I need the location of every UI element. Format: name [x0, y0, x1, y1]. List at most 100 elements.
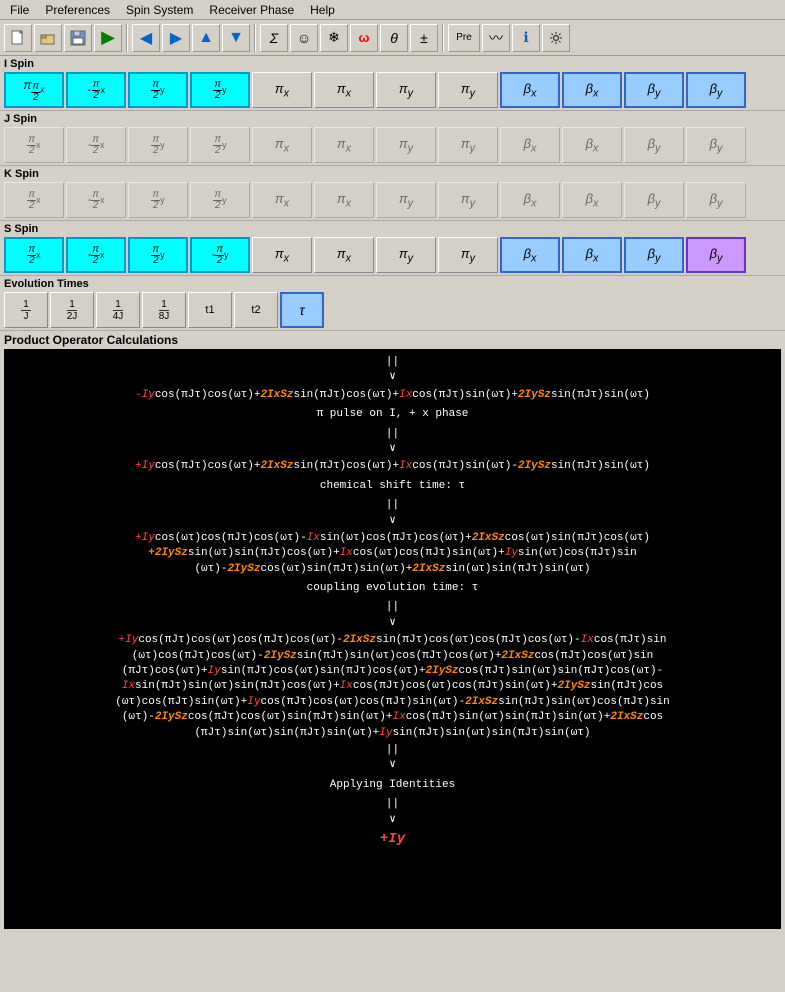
arrow-left-button[interactable]: ◀ — [132, 24, 160, 52]
i-by-btn[interactable]: βy — [624, 72, 684, 108]
product-operator-display[interactable]: ||∨ -Iycos(πJτ)cos(ωτ)+2IxSzsin(πJτ)cos(… — [4, 349, 781, 929]
k-pi2x-btn[interactable]: π2x — [4, 182, 64, 218]
label-applying: Applying Identities — [8, 778, 777, 793]
arrow-down-button[interactable]: ▼ — [222, 24, 250, 52]
k-npi2x-btn[interactable]: -π2x — [66, 182, 126, 218]
sigma-button[interactable]: Σ — [260, 24, 288, 52]
evolution-buttons: 1J 12J 14J 18J t1 t2 τ — [4, 292, 781, 328]
j-spin-section: J Spin π2x -π2x π2y π2y πx πx πy πy βx β… — [0, 111, 785, 166]
s-by2-btn[interactable]: βy — [686, 237, 746, 273]
run-button[interactable]: ▶ — [94, 24, 122, 52]
theta-button[interactable]: θ — [380, 24, 408, 52]
i-spin-label: I Spin — [4, 58, 781, 70]
line-1: -Iycos(πJτ)cos(ωτ)+2IxSzsin(πJτ)cos(ωτ)+… — [8, 388, 777, 403]
s-by-btn[interactable]: βy — [624, 237, 684, 273]
i-bx-btn[interactable]: βx — [500, 72, 560, 108]
plusminus-button[interactable]: ± — [410, 24, 438, 52]
evo-tau-btn[interactable]: τ — [280, 292, 324, 328]
arrow-right-button[interactable]: ▶ — [162, 24, 190, 52]
omega-button[interactable]: ω — [350, 24, 378, 52]
k-bx-btn[interactable]: βx — [500, 182, 560, 218]
k-piy2-btn[interactable]: πy — [438, 182, 498, 218]
j-spin-buttons: π2x -π2x π2y π2y πx πx πy πy βx βx βy βy — [4, 127, 781, 163]
pre-button[interactable]: Pre — [448, 24, 480, 52]
j-bx2-btn[interactable]: βx — [562, 127, 622, 163]
evo-8j-btn[interactable]: 18J — [142, 292, 186, 328]
k-spin-buttons: π2x -π2x π2y π2y πx πx πy πy βx βx βy βy — [4, 182, 781, 218]
arrow-down-2: ||∨ — [8, 427, 777, 458]
j-by-btn[interactable]: βy — [624, 127, 684, 163]
k-by2-btn[interactable]: βy — [686, 182, 746, 218]
i-pi2x-btn[interactable]: ππ2x — [4, 72, 64, 108]
j-bx-btn[interactable]: βx — [500, 127, 560, 163]
i-pi2y2-btn[interactable]: π2y — [190, 72, 250, 108]
s-pi2x-btn[interactable]: π2x — [4, 237, 64, 273]
i-pix2-btn[interactable]: πx — [314, 72, 374, 108]
new-button[interactable] — [4, 24, 32, 52]
s-npi2y-btn[interactable]: -π2y — [190, 237, 250, 273]
k-by-btn[interactable]: βy — [624, 182, 684, 218]
evo-t2-btn[interactable]: t2 — [234, 292, 278, 328]
menu-spin-system[interactable]: Spin System — [118, 1, 201, 19]
arrow-down-3: ||∨ — [8, 498, 777, 529]
arrow-up-button[interactable]: ▲ — [192, 24, 220, 52]
wave-button[interactable]: 〰 — [482, 24, 510, 52]
s-pi2y-btn[interactable]: π2y — [128, 237, 188, 273]
k-pi2y-btn[interactable]: π2y — [128, 182, 188, 218]
i-by2-btn[interactable]: βy — [686, 72, 746, 108]
smiley-button[interactable]: ☺ — [290, 24, 318, 52]
snowflake-button[interactable]: ❄ — [320, 24, 348, 52]
j-pi2y2-btn[interactable]: π2y — [190, 127, 250, 163]
s-piy2-btn[interactable]: πy — [438, 237, 498, 273]
i-piy2-btn[interactable]: πy — [438, 72, 498, 108]
s-bx2-btn[interactable]: βx — [562, 237, 622, 273]
line-4: +Iycos(πJτ)cos(ωτ)cos(πJτ)cos(ωτ)-2IxSzs… — [8, 633, 777, 741]
s-pix-btn[interactable]: πx — [252, 237, 312, 273]
k-pi2y2-btn[interactable]: π2y — [190, 182, 250, 218]
i-piy-btn[interactable]: πy — [376, 72, 436, 108]
save-button[interactable] — [64, 24, 92, 52]
j-piy-btn[interactable]: πy — [376, 127, 436, 163]
k-piy-btn[interactable]: πy — [376, 182, 436, 218]
info-button[interactable]: ℹ — [512, 24, 540, 52]
k-pix-btn[interactable]: πx — [252, 182, 312, 218]
label-pi-pulse: π pulse on I, + x phase — [8, 407, 777, 422]
j-npi2x-btn[interactable]: -π2x — [66, 127, 126, 163]
open-button[interactable] — [34, 24, 62, 52]
evo-4j-btn[interactable]: 14J — [96, 292, 140, 328]
line-2: +Iycos(πJτ)cos(ωτ)+2IxSzsin(πJτ)cos(ωτ)+… — [8, 459, 777, 474]
i-spin-buttons: ππ2x -π2x π2y π2y πx πx πy πy βx βx βy — [4, 72, 781, 108]
menu-receiver-phase[interactable]: Receiver Phase — [201, 1, 302, 19]
evo-1j-btn[interactable]: 1J — [4, 292, 48, 328]
settings-button[interactable] — [542, 24, 570, 52]
j-by2-btn[interactable]: βy — [686, 127, 746, 163]
s-spin-label: S Spin — [4, 223, 781, 235]
s-piy-btn[interactable]: πy — [376, 237, 436, 273]
i-pi2y-btn[interactable]: π2y — [128, 72, 188, 108]
i-npi2x-btn[interactable]: -π2x — [66, 72, 126, 108]
s-npi2x-btn[interactable]: -π2x — [66, 237, 126, 273]
k-bx2-btn[interactable]: βx — [562, 182, 622, 218]
s-spin-buttons: π2x -π2x π2y -π2y πx πx πy πy βx βx βy β… — [4, 237, 781, 273]
j-spin-label: J Spin — [4, 113, 781, 125]
j-piy2-btn[interactable]: πy — [438, 127, 498, 163]
line-final: +Iy — [8, 830, 777, 850]
menu-help[interactable]: Help — [302, 1, 343, 19]
s-bx-btn[interactable]: βx — [500, 237, 560, 273]
evo-2j-btn[interactable]: 12J — [50, 292, 94, 328]
toolbar: ▶ ◀ ▶ ▲ ▼ Σ ☺ ❄ ω θ ± Pre 〰 ℹ — [0, 20, 785, 56]
j-pi2x-btn[interactable]: π2x — [4, 127, 64, 163]
i-spin-section: I Spin ππ2x -π2x π2y π2y πx πx πy πy βx … — [0, 56, 785, 111]
menu-file[interactable]: File — [2, 1, 37, 19]
separator-1 — [126, 24, 128, 52]
i-pix-btn[interactable]: πx — [252, 72, 312, 108]
j-pix-btn[interactable]: πx — [252, 127, 312, 163]
evo-t1-btn[interactable]: t1 — [188, 292, 232, 328]
j-pix2-btn[interactable]: πx — [314, 127, 374, 163]
j-pi2y-btn[interactable]: π2y — [128, 127, 188, 163]
product-operator-section: Product Operator Calculations ||∨ -Iycos… — [0, 331, 785, 931]
menu-preferences[interactable]: Preferences — [37, 1, 118, 19]
k-pix2-btn[interactable]: πx — [314, 182, 374, 218]
s-pix2-btn[interactable]: πx — [314, 237, 374, 273]
i-bx2-btn[interactable]: βx — [562, 72, 622, 108]
